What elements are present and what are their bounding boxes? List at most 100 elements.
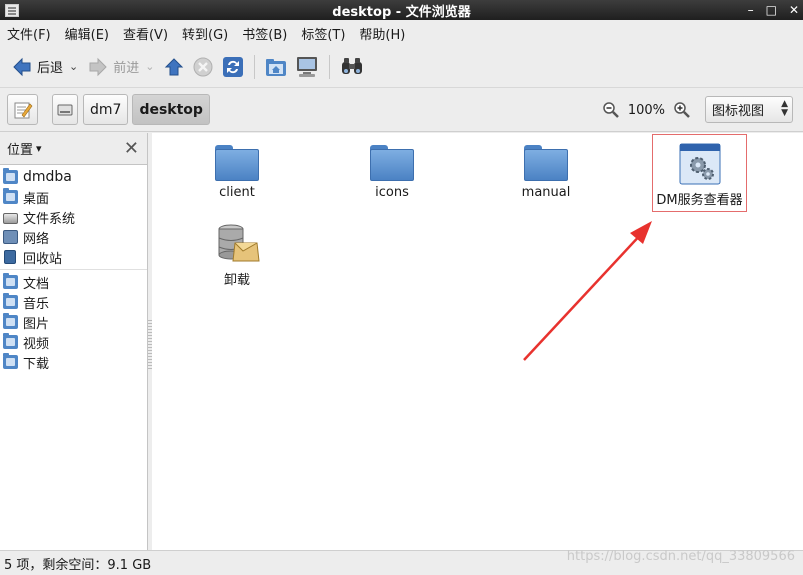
menu-bar: 文件(F) 编辑(E) 查看(V) 转到(G) 书签(B) 标签(T) 帮助(H… [0,20,803,46]
sidebar-item-dmdba[interactable]: dmdba [0,167,147,187]
menu-view[interactable]: 查看(V) [123,24,168,43]
file-name: 卸载 [223,273,250,288]
menu-help[interactable]: 帮助(H) [359,24,405,43]
pictures-folder-icon [3,313,18,329]
up-arrow-icon [165,57,184,75]
edit-location-icon [14,102,32,118]
sidebar-item-music[interactable]: 音乐 [0,292,147,312]
zoom-level: 100% [627,102,665,118]
menu-file[interactable]: 文件(F) [7,24,51,43]
network-icon [3,230,18,244]
back-history-chevron-icon[interactable]: ⌄ [69,60,78,73]
close-button[interactable]: ✕ [789,3,799,17]
toggle-location-entry-button[interactable] [7,94,38,125]
maximize-button[interactable]: □ [766,3,777,17]
computer-icon [297,56,318,77]
reload-icon [223,56,244,77]
file-item-client[interactable]: client [182,145,292,200]
back-label: 后退 [37,61,64,76]
sidebar-item-documents[interactable]: 文档 [0,272,147,292]
folder-icon [524,145,568,181]
sidebar-item-label: dmdba [23,169,72,185]
folder-icon [215,145,259,181]
forward-button[interactable]: 前进 [84,51,143,83]
view-mode-value: 图标视图 [712,104,765,119]
downloads-folder-icon [3,353,18,369]
drive-icon [3,212,18,224]
stop-icon [193,57,213,76]
computer-button[interactable] [291,51,323,83]
up-button[interactable] [160,51,188,83]
breadcrumb-dm7[interactable]: dm7 [83,94,129,125]
binoculars-search-icon [342,57,363,74]
sidebar-item-downloads[interactable]: 下载 [0,352,147,372]
desktop-folder-icon [3,188,18,204]
trash-icon [4,250,16,264]
location-bar: dm7 desktop 100% 图标视图 ▲ ▼ [0,88,803,132]
forward-history-chevron-icon[interactable]: ⌄ [145,60,154,73]
menu-bookmarks[interactable]: 书签(B) [242,24,287,43]
file-item-manual[interactable]: manual [491,145,601,200]
back-button[interactable]: 后退 [8,51,67,83]
file-name: manual [521,185,571,200]
sidebar: 位置 ▾ ✕ dmdba 桌面 文件系统 网络 回收站 文档 音乐 图片 视频 … [0,133,148,550]
sidebar-places-dropdown[interactable]: 位置 [7,139,33,158]
sidebar-item-label: 回收站 [23,251,63,267]
sidebar-item-videos[interactable]: 视频 [0,332,147,352]
sidebar-item-trash[interactable]: 回收站 [0,247,147,267]
file-name: icons [375,185,409,200]
zoom-out-icon[interactable] [602,101,620,119]
sidebar-item-label: 网络 [23,231,50,247]
menu-go[interactable]: 转到(G) [182,24,228,43]
reload-button[interactable] [218,51,248,83]
file-item-dm-service-viewer[interactable]: DM服务查看器 [652,134,747,212]
sidebar-item-network[interactable]: 网络 [0,227,147,247]
sidebar-item-label: 下载 [23,356,50,372]
status-text: 5 项，剩余空间：9.1 GB [4,557,152,573]
file-item-icons[interactable]: icons [337,145,447,200]
toolbar: 后退 ⌄ 前进 ⌄ [0,46,803,88]
close-sidebar-icon[interactable]: ✕ [124,138,139,159]
stop-button[interactable] [188,51,218,83]
sidebar-item-label: 桌面 [23,191,50,207]
file-name: DM服务查看器 [656,193,743,208]
toolbar-separator [254,54,256,79]
home-folder-icon [266,58,287,76]
view-mode-spinner-icon: ▲ ▼ [781,99,788,118]
chevron-down-icon[interactable]: ▾ [36,142,42,155]
title-bar: desktop - 文件浏览器 – □ ✕ [0,0,803,20]
videos-folder-icon [3,333,18,349]
window-title: desktop - 文件浏览器 [332,4,471,20]
menu-edit[interactable]: 编辑(E) [65,24,109,43]
file-icon-view[interactable]: client icons manual DM服务查看器 卸载 [152,133,803,550]
documents-folder-icon [3,273,18,289]
back-arrow-icon [13,57,31,76]
zoom-control: 100% [602,88,691,132]
sidebar-divider [0,269,147,270]
sidebar-header: 位置 ▾ ✕ [0,133,147,165]
sidebar-item-label: 文档 [23,276,50,292]
file-name: client [219,185,255,200]
sidebar-item-label: 文件系统 [23,211,76,227]
sidebar-item-label: 视频 [23,336,50,352]
file-item-uninstall[interactable]: 卸载 [182,221,292,288]
search-button[interactable] [336,51,368,83]
minimize-button[interactable]: – [748,3,754,17]
forward-label: 前进 [113,61,140,76]
sidebar-item-desktop[interactable]: 桌面 [0,187,147,207]
sidebar-places-list: dmdba 桌面 文件系统 网络 回收站 文档 音乐 图片 视频 下载 [0,165,147,372]
drive-icon [57,104,73,115]
music-folder-icon [3,293,18,309]
menu-tabs[interactable]: 标签(T) [301,24,345,43]
folder-icon [370,145,414,181]
watermark: https://blog.csdn.net/qq_33809566 [566,549,795,564]
sidebar-item-label: 图片 [23,316,50,332]
sidebar-item-filesystem[interactable]: 文件系统 [0,207,147,227]
breadcrumb-desktop[interactable]: desktop [132,94,210,125]
sidebar-item-pictures[interactable]: 图片 [0,312,147,332]
forward-arrow-icon [89,57,107,76]
view-mode-select[interactable]: 图标视图 ▲ ▼ [705,96,793,123]
breadcrumb-filesystem[interactable] [52,94,78,125]
zoom-in-icon[interactable] [673,101,691,119]
home-button[interactable] [261,51,291,83]
